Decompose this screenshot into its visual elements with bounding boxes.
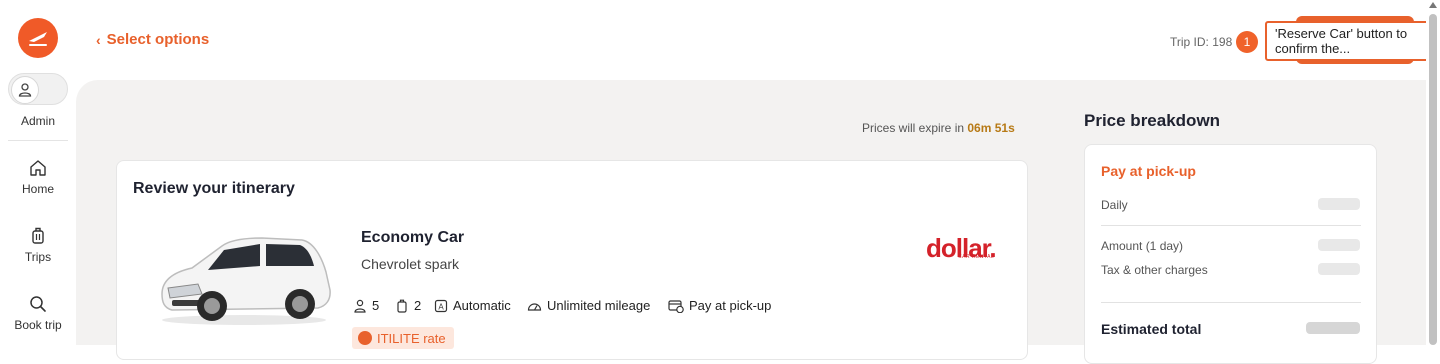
search-icon <box>30 296 46 312</box>
sidebar-item-label: Trips <box>24 250 52 264</box>
home-icon <box>30 160 46 176</box>
expiry-prefix: Prices will expire in <box>862 121 965 135</box>
price-expiry: Prices will expire in 06m 51s <box>862 121 1015 135</box>
vendor-logo-sub: CAR RENTAL <box>958 254 995 260</box>
feature-passengers: 5 <box>353 298 379 313</box>
mileage-value: Unlimited mileage <box>547 298 651 313</box>
breakdown-divider <box>1101 225 1361 226</box>
svg-text:A: A <box>438 302 444 311</box>
trip-id: Trip ID: 198 <box>1170 35 1233 49</box>
daily-amount-redacted <box>1318 198 1360 210</box>
feature-mileage: Unlimited mileage <box>527 298 650 313</box>
sidebar-divider <box>8 140 68 141</box>
car-class: Economy Car <box>361 229 465 246</box>
admin-label: Admin <box>20 114 55 128</box>
tooltip-step-badge: 1 <box>1236 31 1258 53</box>
tooltip: 'Reserve Car' button to confirm the... <box>1265 21 1435 61</box>
sidebar: Admin Home Trips Book trip <box>0 0 76 345</box>
breakdown-divider <box>1101 302 1361 303</box>
price-breakdown-title: Price breakdown <box>1084 111 1221 130</box>
user-icon <box>11 76 39 104</box>
expiry-time: 06m 51s <box>967 121 1015 135</box>
chevron-left-icon: ‹ <box>96 31 101 48</box>
tax-label: Tax & other charges <box>1101 263 1208 277</box>
sidebar-item-label: Book trip <box>14 318 62 332</box>
passengers-value: 5 <box>372 298 380 313</box>
sidebar-item-home[interactable]: Home <box>0 158 76 196</box>
suitcase-icon <box>32 227 44 244</box>
amount-value-redacted <box>1318 239 1360 251</box>
sidebar-item-book-trip[interactable]: Book trip <box>0 294 76 332</box>
feature-bags: 2 <box>395 298 421 313</box>
person-icon <box>354 299 366 313</box>
itilite-rate-badge: ITILITE rate <box>352 327 454 349</box>
daily-label: Daily <box>1101 198 1128 212</box>
car-image <box>161 237 331 325</box>
luggage-icon <box>397 299 407 313</box>
car-model: Chevrolet spark <box>361 256 460 272</box>
estimated-total-label: Estimated total <box>1101 321 1202 337</box>
tax-value-redacted <box>1318 263 1360 275</box>
itilite-logo-icon <box>358 331 372 345</box>
pay-at-pickup-heading: Pay at pick-up <box>1101 163 1196 179</box>
payment-value: Pay at pick-up <box>689 298 772 313</box>
transmission-icon: A <box>434 299 448 312</box>
amount-label: Amount (1 day) <box>1101 239 1184 253</box>
feature-transmission: A Automatic <box>434 298 511 313</box>
estimated-total-redacted <box>1306 322 1360 334</box>
transmission-value: Automatic <box>453 298 511 313</box>
feature-payment: Pay at pick-up <box>668 298 771 313</box>
plane-icon <box>29 32 47 46</box>
card-clock-icon <box>668 299 684 313</box>
sidebar-item-trips[interactable]: Trips <box>0 226 76 264</box>
admin-toggle[interactable] <box>8 73 68 105</box>
bags-value: 2 <box>414 298 422 313</box>
speedometer-icon <box>527 302 542 311</box>
back-link-label: Select options <box>106 31 210 48</box>
rate-badge-label: ITILITE rate <box>377 330 446 346</box>
scrollbar-thumb[interactable] <box>1429 14 1437 345</box>
back-link[interactable]: ‹ Select options <box>96 31 209 48</box>
app-logo[interactable] <box>18 18 58 58</box>
scroll-up-arrow[interactable] <box>1429 2 1437 8</box>
sidebar-item-label: Home <box>21 182 54 196</box>
itinerary-title: Review your itinerary <box>133 180 295 197</box>
